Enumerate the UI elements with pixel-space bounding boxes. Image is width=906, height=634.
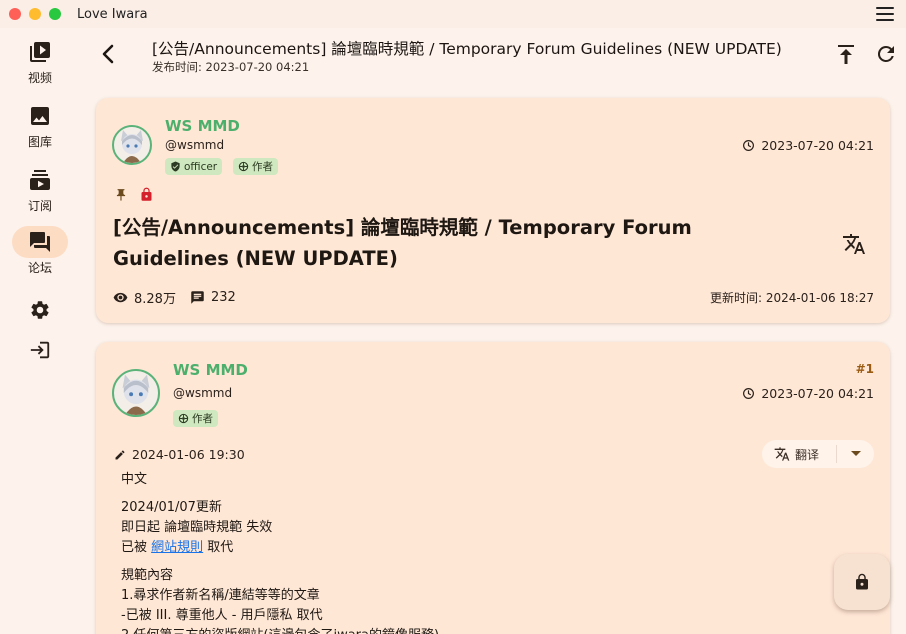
officer-badge: officer [165,158,223,175]
translate-icon [774,447,790,461]
title-bar: Love Iwara [0,0,906,28]
pencil-icon [115,449,125,459]
pin-icon [114,187,128,207]
body-text-segment: 取代 [203,540,234,555]
post-created-time: 2023-07-20 04:21 [742,386,874,401]
body-line: 即日起 論壇臨時規範 失效 [121,520,273,535]
body-text-segment: 已被 [121,540,152,555]
sidebar-item-label: 论坛 [27,261,52,275]
translate-control: 翻译 [762,440,874,468]
sidebar-item-settings[interactable] [0,294,80,326]
body-line: 1.尋求作者新名稱/連結等等的文章 [121,588,320,603]
thread-title: [公告/Announcements] 論壇臨時規範 / Temporary Fo… [113,216,692,270]
minimize-window-button[interactable] [29,8,41,20]
subscriptions-icon [12,164,68,196]
clock-icon [743,140,755,151]
badge-label: 作者 [252,161,273,173]
translate-options-dropdown[interactable] [837,450,874,458]
translate-icon[interactable] [842,232,866,256]
login-icon [12,334,68,366]
site-rules-link[interactable]: 網站規則 [151,540,203,555]
author-name[interactable]: WS MMD [173,361,248,379]
page-header: [公告/Announcements] 論壇臨時規範 / Temporary Fo… [80,28,906,88]
shield-check-icon [171,161,180,172]
video-library-icon [12,36,68,68]
updated-time: 更新时间: 2024-01-06 18:27 [710,291,874,305]
sidebar-item-videos[interactable]: 视频 [0,36,80,86]
sidebar-item-forum[interactable]: 论坛 [0,226,80,276]
window-controls [9,8,61,20]
thread-header-card: WS MMD @wsmmd officer 作者 2023-07-20 04:2… [96,98,890,323]
lock-icon [856,573,868,590]
refresh-icon[interactable] [874,42,898,66]
close-window-button[interactable] [9,8,21,20]
author-handle: @wsmmd [165,138,225,152]
eye-icon [113,292,128,303]
gear-icon [12,294,68,326]
lock-fab-button[interactable] [834,554,890,610]
publish-time: 发布时间: 2023-07-20 04:21 [152,60,310,74]
comment-icon [191,291,204,304]
body-line: 中文 [121,472,148,487]
sidebar-item-label: 图库 [27,135,52,149]
sidebar-item-subscriptions[interactable]: 订阅 [0,164,80,214]
image-icon [12,100,68,132]
author-badge: 作者 [233,158,278,175]
avatar[interactable] [112,125,152,165]
post-body: 中文 2024/01/07更新 即日起 論壇臨時規範 失效 已被 網站規則 取代… [121,470,861,634]
sidebar: 视频 图库 订阅 论坛 [0,28,80,634]
clock-icon [743,388,755,399]
forum-icon [12,226,68,258]
author-emblem-icon [178,413,189,424]
body-line: 2.任何第三方的盜版網站(這邊包含了iwara的鏡像服務) [121,626,861,634]
back-arrow-icon[interactable] [96,40,120,68]
thread-stats: 8.28万 232 [113,288,236,307]
sidebar-item-login[interactable] [0,334,80,366]
author-emblem-icon [238,161,249,172]
scroll-to-top-icon[interactable] [834,42,858,66]
badge-label: 作者 [192,413,213,425]
app-title: Love Iwara [77,6,148,22]
floor-number: #1 [855,362,874,376]
author-name[interactable]: WS MMD [165,117,240,135]
post-card: WS MMD @wsmmd 作者 #1 2023-07-20 04:21 202… [96,342,890,634]
author-handle: @wsmmd [173,386,233,400]
caret-down-icon [850,451,861,456]
body-line: -已被 III. 尊重他人 - 用戶隱私 取代 [121,608,323,623]
reply-count: 232 [210,290,236,305]
created-text: 2023-07-20 04:21 [761,386,874,401]
body-line: 規範內容 [121,568,174,583]
sidebar-item-label: 视频 [27,71,52,85]
body-line: 2024/01/07更新 [121,500,222,515]
sidebar-item-label: 订阅 [27,199,52,213]
maximize-window-button[interactable] [49,8,61,20]
translate-label: 翻译 [795,447,820,462]
thread-created-time: 2023-07-20 04:21 [742,138,874,153]
created-text: 2023-07-20 04:21 [761,138,874,153]
avatar[interactable] [112,369,160,417]
badge-label: officer [184,160,218,173]
body-line: 已被 網站規則 取代 [121,538,861,558]
author-badge: 作者 [173,410,218,427]
lock-icon [139,186,154,207]
edited-text: 2024-01-06 19:30 [132,447,245,462]
view-count: 8.28万 [134,292,176,307]
edited-time: 2024-01-06 19:30 [114,447,245,462]
translate-button[interactable]: 翻译 [762,446,836,463]
sidebar-item-gallery[interactable]: 图库 [0,100,80,150]
hamburger-menu-icon[interactable] [876,7,894,21]
page-title: [公告/Announcements] 論壇臨時規範 / Temporary Fo… [152,40,782,58]
